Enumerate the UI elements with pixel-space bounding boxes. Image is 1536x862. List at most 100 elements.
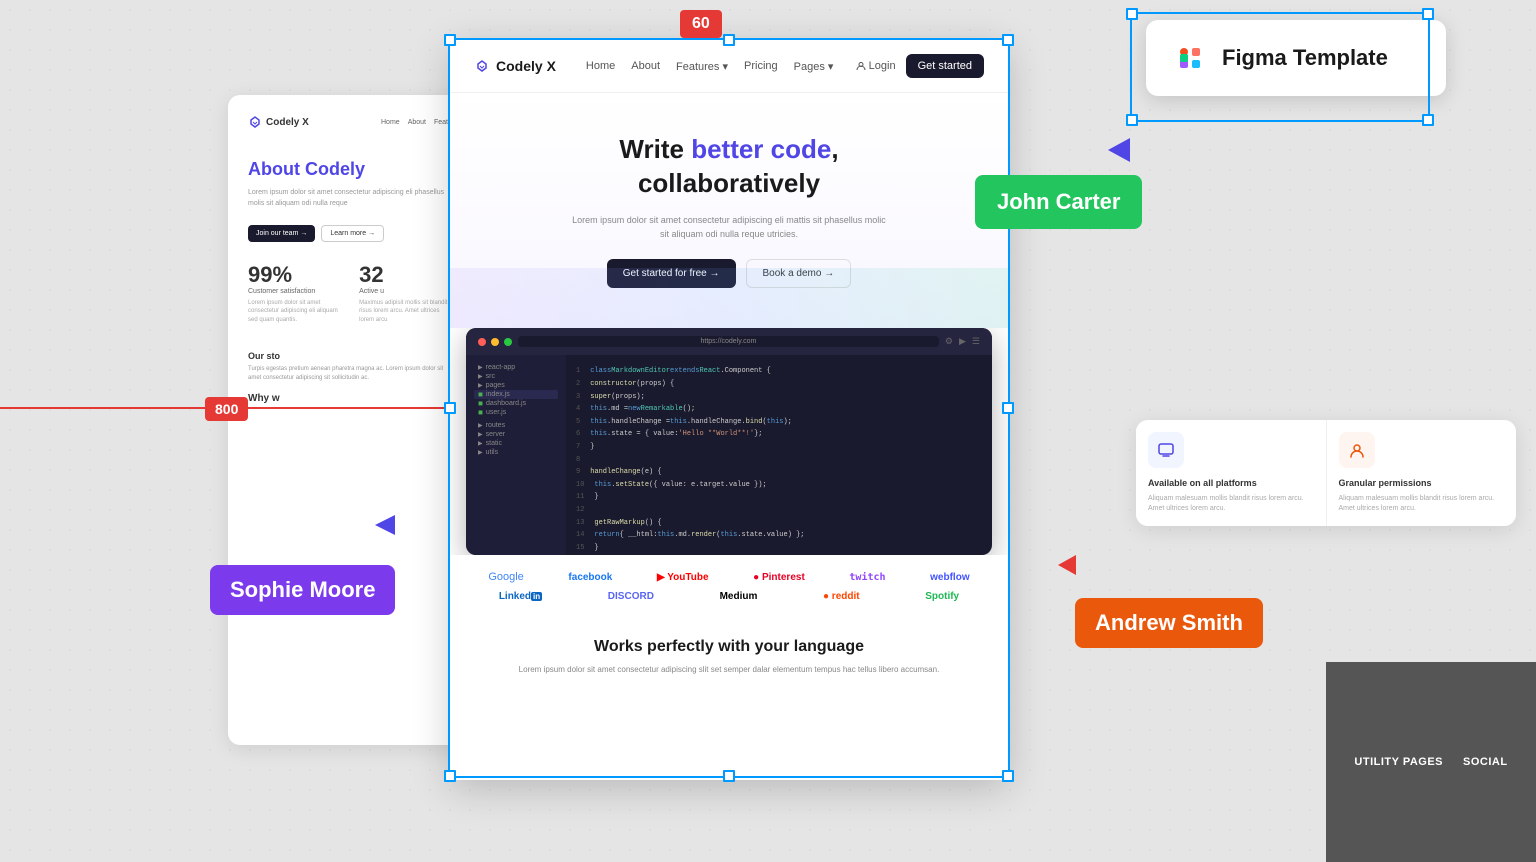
badge-60: 60 [680, 10, 722, 38]
learn-more-button[interactable]: Learn more → [321, 225, 384, 242]
code-line-9: 9 handleChange(e) { [576, 466, 982, 479]
file-react-app: ▶ react-app [474, 363, 558, 372]
editor-file-tree: ▶ react-app ▶ src ▶ pages ◼ index.js ◼ d… [466, 355, 566, 555]
code-line-2: 2 constructor(props) { [576, 378, 982, 391]
traffic-light-green [504, 338, 512, 346]
brand-discord: DISCORD [608, 591, 654, 602]
about-description: Lorem ipsum dolor sit amet consectetur a… [248, 188, 448, 209]
file-src: ▶ src [474, 372, 558, 381]
nav-features[interactable]: Features ▾ [676, 60, 728, 73]
feature-platforms-desc: Aliquam malesuam mollis blandit risus lo… [1148, 494, 1314, 514]
left-card-buttons[interactable]: Join our team → Learn more → [248, 225, 448, 242]
site-nav-links: Home About Features ▾ Pricing Pages ▾ [586, 60, 834, 73]
code-line-8: 8 [576, 454, 982, 467]
feature-platforms-icon [1148, 432, 1184, 468]
code-editor-mockup: https://codely.com ⚙▶☰ ▶ react-app ▶ src… [466, 328, 992, 555]
traffic-light-yellow [491, 338, 499, 346]
badge-andrew-smith: Andrew Smith [1075, 598, 1263, 648]
file-indexjs[interactable]: ◼ index.js [474, 390, 558, 399]
editor-titlebar: https://codely.com ⚙▶☰ [466, 328, 992, 355]
brand-twitch: twitch [849, 572, 885, 583]
nav-home[interactable]: Home [586, 60, 615, 73]
code-line-14: 14 return { __html: this.md.render(this.… [576, 529, 982, 542]
nav-pages[interactable]: Pages ▾ [794, 60, 834, 73]
stat-satisfaction-value: 99% [248, 262, 343, 288]
works-section: Works perfectly with your language Lorem… [450, 618, 1008, 696]
stat-active: 32 Active u Maximus adipisit mollis sit … [359, 262, 448, 336]
nav-pricing[interactable]: Pricing [744, 60, 778, 73]
code-line-15: 15 } [576, 542, 982, 555]
left-card-nav: Home About Feat [381, 119, 448, 126]
brands-row-1: Google facebook ▶ YouTube ● Pinterest tw… [466, 571, 992, 583]
code-line-7: 7 } [576, 441, 982, 454]
nav-actions: Login Get started [856, 54, 984, 78]
brand-facebook: facebook [568, 572, 612, 583]
stats-section: 99% Customer satisfaction Lorem ipsum do… [248, 262, 448, 404]
traffic-lights [478, 338, 512, 346]
our-story-heading: Our sto [248, 351, 448, 361]
hero-buttons: Get started for free → Book a demo → [474, 259, 984, 288]
file-routes: ▶ routes [474, 421, 558, 430]
cursor-arrow-figma [1108, 138, 1130, 162]
url-bar: https://codely.com [518, 336, 939, 347]
figma-template-title: Figma Template [1222, 45, 1388, 71]
right-features-card: Available on all platforms Aliquam males… [1136, 420, 1516, 526]
utility-labels: UTILITY PAGES SOCIAL [1354, 756, 1507, 768]
brand-linkedin: Linkedin [499, 591, 542, 602]
nav-login-link[interactable]: Login [856, 60, 896, 72]
feature-permissions-desc: Aliquam malesuam mollis blandit risus lo… [1339, 494, 1505, 514]
stat-active-value: 32 [359, 262, 448, 288]
brand-youtube: ▶ YouTube [657, 572, 709, 583]
brands-section: Google facebook ▶ YouTube ● Pinterest tw… [450, 555, 1008, 618]
left-background-card: Codely X Home About Feat About Codely Lo… [228, 95, 468, 745]
editor-icons: ⚙▶☰ [945, 336, 980, 347]
feature-permissions-title: Granular permissions [1339, 478, 1505, 488]
code-line-4: 4 this.md = new Remarkable(); [576, 403, 982, 416]
left-card-logo: Codely X [248, 115, 309, 129]
hero-secondary-button[interactable]: Book a demo → [746, 259, 852, 288]
code-line-10: 10 this.setState({ value: e.target.value… [576, 479, 982, 492]
site-logo-text: Codely X [496, 58, 556, 74]
stat-satisfaction-label: Customer satisfaction [248, 288, 343, 295]
works-subtitle: Lorem ipsum dolor sit amet consectetur a… [474, 664, 984, 676]
code-line-13: 13 getRawMarkup() { [576, 517, 982, 530]
works-title: Works perfectly with your language [474, 638, 984, 656]
join-team-button[interactable]: Join our team → [248, 225, 315, 242]
badge-800: 800 [205, 397, 248, 421]
brand-google: Google [488, 571, 523, 583]
figma-icon [1170, 38, 1210, 78]
utility-pages-label: UTILITY PAGES [1354, 756, 1443, 768]
hero-section: Write better code, collaboratively Lorem… [450, 93, 1008, 328]
file-userjs[interactable]: ◼ user.js [474, 408, 558, 417]
nav-get-started-button[interactable]: Get started [906, 54, 984, 78]
hero-title: Write better code, collaboratively [474, 133, 984, 201]
badge-john-carter: John Carter [975, 175, 1142, 229]
utility-section: UTILITY PAGES SOCIAL [1326, 662, 1536, 862]
editor-body: ▶ react-app ▶ src ▶ pages ◼ index.js ◼ d… [466, 355, 992, 555]
file-dashboard[interactable]: ◼ dashboard.js [474, 399, 558, 408]
why-we-heading: Why w [248, 393, 448, 404]
stat-satisfaction-desc: Lorem ipsum dolor sit amet consectetur a… [248, 299, 343, 324]
code-line-3: 3 super(props); [576, 391, 982, 404]
brand-spotify: Spotify [925, 591, 959, 602]
file-static: ▶ static [474, 439, 558, 448]
badge-sophie-moore: Sophie Moore [210, 565, 395, 615]
file-pages: ▶ pages [474, 381, 558, 390]
file-server: ▶ server [474, 430, 558, 439]
brand-pinterest: ● Pinterest [753, 572, 805, 583]
code-line-6: 6 this.state = { value: 'Hello **World**… [576, 428, 982, 441]
main-website-card: Codely X Home About Features ▾ Pricing P… [450, 40, 1008, 780]
stat-active-label: Active u [359, 288, 448, 295]
features-grid: Available on all platforms Aliquam males… [1136, 420, 1516, 526]
nav-about[interactable]: About [631, 60, 660, 73]
figma-template-card: Figma Template [1146, 20, 1446, 96]
stats-row: 99% Customer satisfaction Lorem ipsum do… [248, 262, 448, 336]
site-navbar: Codely X Home About Features ▾ Pricing P… [450, 40, 1008, 93]
about-heading: About Codely [248, 159, 448, 180]
file-utils: ▶ utils [474, 448, 558, 457]
brand-webflow: webflow [930, 572, 969, 583]
hero-subtitle: Lorem ipsum dolor sit amet consectetur a… [569, 213, 889, 242]
left-logo-text: Codely X [266, 117, 309, 128]
code-line-5: 5 this.handleChange = this.handleChange.… [576, 416, 982, 429]
hero-primary-button[interactable]: Get started for free → [607, 259, 736, 288]
